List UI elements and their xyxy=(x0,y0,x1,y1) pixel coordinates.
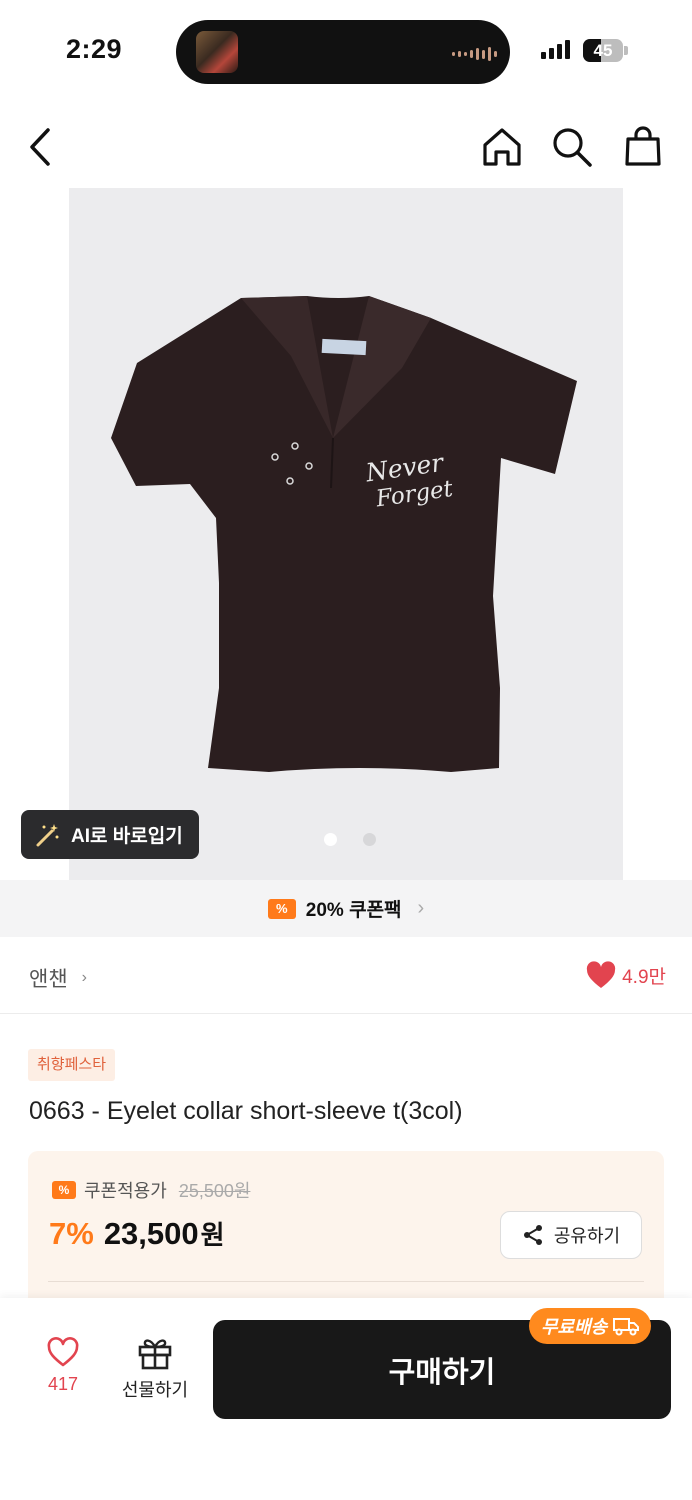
product-image[interactable]: Never Forget xyxy=(69,188,623,880)
promo-tag: 취향페스타 xyxy=(28,1049,116,1081)
brand-like-count: 4.9만 xyxy=(622,966,666,988)
brand-like-button[interactable]: 4.9만 xyxy=(586,961,666,989)
chevron-left-icon xyxy=(30,128,50,166)
shopping-bag-icon xyxy=(625,126,661,166)
gift-icon xyxy=(138,1339,172,1370)
chevron-right-icon: › xyxy=(417,897,425,919)
price-row: 7% 23,500 원 xyxy=(49,1215,225,1252)
cellular-signal-icon xyxy=(541,40,570,59)
magic-wand-icon xyxy=(36,823,59,846)
discount-rate: 7% xyxy=(49,1216,94,1251)
dynamic-island[interactable] xyxy=(176,20,510,84)
wishlist-count: 417 xyxy=(47,1374,79,1394)
tshirt-image: Never Forget xyxy=(111,296,577,772)
status-time: 2:29 xyxy=(66,34,123,64)
top-navigation xyxy=(0,110,692,182)
product-title: 0663 - Eyelet collar short-sleeve t(3col… xyxy=(29,1097,463,1125)
brand-row: 앤챈 › 4.9만 xyxy=(0,938,692,1014)
free-shipping-label: 무료배송 xyxy=(541,1317,608,1337)
gift-label: 선물하기 xyxy=(121,1380,189,1400)
status-bar: 2:29 45 xyxy=(0,0,692,100)
back-button[interactable] xyxy=(18,124,64,170)
final-price: 23,500 xyxy=(103,1216,199,1251)
bottom-action-bar: 417 선물하기 구매하기 무료배송 xyxy=(0,1298,692,1500)
coupon-price-label: 쿠폰적용가 xyxy=(84,1181,167,1201)
page-dot-2[interactable] xyxy=(363,833,376,846)
brand-name: 앤챈 xyxy=(29,968,68,991)
search-button[interactable] xyxy=(549,124,595,170)
chevron-right-icon: › xyxy=(81,969,87,986)
heart-outline-icon xyxy=(47,1337,79,1367)
gift-button[interactable]: 선물하기 xyxy=(115,1336,195,1402)
divider xyxy=(48,1281,644,1282)
original-price: 25,500원 xyxy=(178,1181,251,1201)
brand-link[interactable]: 앤챈 › xyxy=(29,963,87,993)
free-shipping-badge: 무료배송 xyxy=(529,1308,652,1344)
coupon-icon: % xyxy=(267,898,296,919)
currency-unit: 원 xyxy=(200,1220,225,1250)
audio-waveform-icon xyxy=(452,47,497,61)
share-icon xyxy=(523,1225,542,1245)
gallery-page-indicator xyxy=(324,833,376,846)
coupon-icon: % xyxy=(52,1181,76,1199)
share-label: 공유하기 xyxy=(553,1226,621,1246)
ai-try-on-button[interactable]: AI로 바로입기 xyxy=(21,810,199,859)
buy-label: 구매하기 xyxy=(388,1356,496,1389)
coupon-banner-label: 20% 쿠폰팩 xyxy=(305,900,402,921)
cart-button[interactable] xyxy=(620,124,666,170)
battery-level: 45 xyxy=(593,41,613,60)
wishlist-button[interactable]: 417 xyxy=(23,1336,103,1395)
search-icon xyxy=(553,128,592,167)
truck-icon xyxy=(613,1318,640,1336)
home-button[interactable] xyxy=(479,124,525,170)
share-button[interactable]: 공유하기 xyxy=(500,1211,642,1259)
heart-filled-icon xyxy=(586,961,616,988)
battery-tip xyxy=(624,46,628,55)
home-icon xyxy=(483,128,521,166)
ai-try-on-label: AI로 바로입기 xyxy=(71,826,183,847)
page-dot-1[interactable] xyxy=(324,833,337,846)
coupon-banner[interactable]: % 20% 쿠폰팩 › xyxy=(0,880,692,937)
battery-icon: 45 xyxy=(583,39,623,62)
coupon-price-row: % 쿠폰적용가 25,500원 xyxy=(52,1177,250,1203)
now-playing-artwork xyxy=(196,31,238,73)
